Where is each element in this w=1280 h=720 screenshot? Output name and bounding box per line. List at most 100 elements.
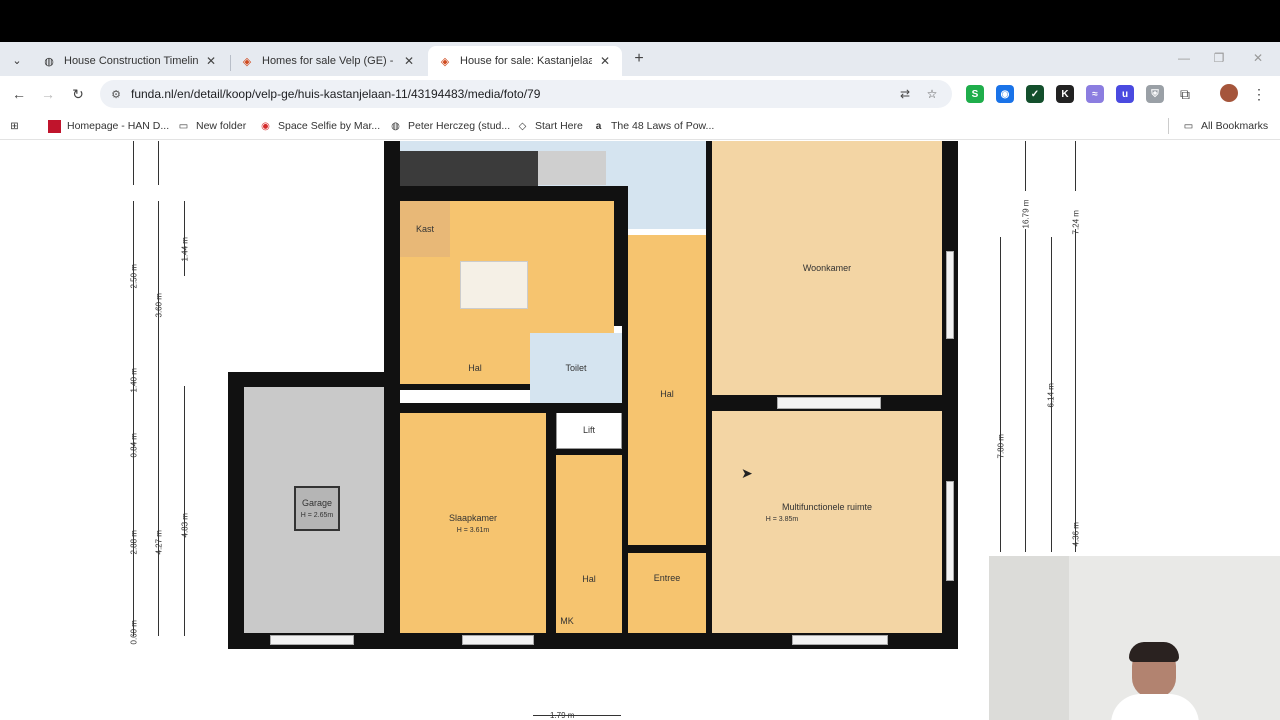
wall xyxy=(384,186,628,201)
multi-height: H = 3.85m xyxy=(765,515,799,523)
close-window-icon[interactable]: ✕ xyxy=(1246,48,1270,68)
webcam-wall-shadow xyxy=(989,556,1069,720)
bookmark-new-folder[interactable]: ▭ New folder xyxy=(177,118,246,134)
forward-icon[interactable]: → xyxy=(37,84,59,104)
new-tab-button[interactable]: + xyxy=(628,48,650,70)
all-bookmarks[interactable]: ▭ All Bookmarks xyxy=(1182,118,1268,134)
bookmark-48-laws[interactable]: a The 48 Laws of Pow... xyxy=(592,118,715,134)
back-icon[interactable]: ← xyxy=(8,84,30,104)
browser-toolbar: ← → ↻ ⚙ funda.nl/en/detail/koop/velp-ge/… xyxy=(0,76,1280,112)
dim-label: 0.84 m xyxy=(129,433,139,458)
apps-grid-icon[interactable]: ⊞ xyxy=(8,118,27,134)
dim-label: 2.88 m xyxy=(129,530,139,555)
mouse-cursor-icon: ➤ xyxy=(741,465,753,481)
window xyxy=(946,481,954,581)
room-kitchen-right xyxy=(626,141,708,229)
window xyxy=(777,397,881,409)
room-label-hal-center: Hal xyxy=(660,389,674,399)
wall xyxy=(628,545,706,553)
garage-door xyxy=(270,635,354,645)
funda-icon: ◈ xyxy=(440,55,450,68)
garage-car: Garage H = 2.65m xyxy=(294,486,340,531)
translate-icon[interactable]: ⇄ xyxy=(896,86,914,102)
bookmark-space-selfie[interactable]: ◉ Space Selfie by Mar... xyxy=(259,118,380,134)
room-label-kast: Kast xyxy=(415,224,434,234)
wall xyxy=(706,141,712,646)
room-label-hal-left: Hal xyxy=(468,363,482,373)
top-black-bar xyxy=(0,0,1280,42)
wall xyxy=(228,372,400,387)
room-label-multi: Multifunctionele ruimte xyxy=(781,501,873,512)
room-entree: Entree xyxy=(628,553,706,633)
room-label-hal-lower: Hal xyxy=(582,574,596,584)
extension-s-icon[interactable]: S xyxy=(966,85,984,103)
room-multifunctionele-ruimte: Multifunctionele ruimte H = 3.85m xyxy=(712,411,942,633)
dim-label: 7.80 m xyxy=(996,434,1006,459)
room-label-lift: Lift xyxy=(582,425,595,435)
room-slaapkamer: Slaapkamer H = 3.61m xyxy=(400,413,546,633)
close-tab-icon[interactable]: ✕ xyxy=(596,52,614,70)
tab-house-construction[interactable]: ◍ House Construction Timeline ✕ xyxy=(32,46,228,76)
tab-title: House for sale: Kastanjelaan 11 xyxy=(460,55,592,67)
globe-icon: ◍ xyxy=(391,120,400,132)
extension-ring-icon[interactable]: ◉ xyxy=(996,85,1014,103)
room-kast: Kast xyxy=(400,201,450,257)
room-label-entree: Entree xyxy=(653,573,681,583)
garage-height: H = 2.65m xyxy=(300,512,334,519)
webcam-overlay xyxy=(989,556,1280,720)
kitchen-sink xyxy=(538,151,606,185)
dim-label: 2.50 m xyxy=(129,264,139,289)
minimize-icon[interactable]: — xyxy=(1172,48,1196,68)
bookmark-start-here[interactable]: ◇ Start Here xyxy=(516,118,583,134)
bookmark-divider xyxy=(1168,118,1169,134)
wall xyxy=(384,141,400,633)
close-tab-icon[interactable]: ✕ xyxy=(400,52,418,70)
window xyxy=(792,635,888,645)
wall xyxy=(556,449,622,455)
extension-check-icon[interactable]: ✓ xyxy=(1026,85,1044,103)
dim-label: 0.60 m xyxy=(129,620,139,645)
tab-house-for-sale[interactable]: ◈ House for sale: Kastanjelaan 11 ✕ xyxy=(428,46,622,76)
extensions-puzzle-icon[interactable]: ⧉ xyxy=(1174,84,1196,104)
wall xyxy=(546,413,556,633)
room-toilet: Toilet xyxy=(530,333,622,403)
space-icon: ◉ xyxy=(261,120,270,132)
room-label-toilet: Toilet xyxy=(565,363,587,373)
room-label-mk: MK xyxy=(560,616,574,626)
dimension-line xyxy=(1075,141,1076,191)
dimension-line xyxy=(158,141,159,185)
bookmark-star-icon[interactable]: ☆ xyxy=(923,86,941,102)
room-hal-center: Hal xyxy=(628,235,706,553)
close-tab-icon[interactable]: ✕ xyxy=(202,52,220,70)
dim-label: 3.60 m xyxy=(154,293,164,318)
kitchen-counter xyxy=(400,151,538,186)
bookmark-peter-herczeg[interactable]: ◍ Peter Herczeg (stud... xyxy=(389,118,510,134)
extension-swirl-icon[interactable]: ≈ xyxy=(1086,85,1104,103)
url-text[interactable]: funda.nl/en/detail/koop/velp-ge/huis-kas… xyxy=(131,87,540,101)
dim-label: 1.44 m xyxy=(180,237,190,262)
reload-icon[interactable]: ↻ xyxy=(67,84,89,104)
funda-icon: ◈ xyxy=(242,55,252,68)
dim-label: 4.27 m xyxy=(154,530,164,555)
tab-homes-for-sale[interactable]: ◈ Homes for sale Velp (GE) - hou ✕ xyxy=(230,46,426,76)
restore-icon[interactable]: ❐ xyxy=(1207,48,1231,68)
extension-u-icon[interactable]: u xyxy=(1116,85,1134,103)
dimension-line xyxy=(533,715,621,716)
site-settings-icon[interactable]: ⚙ xyxy=(108,86,124,102)
all-bookmarks-label: All Bookmarks xyxy=(1201,120,1269,132)
dim-label: 16.79 m xyxy=(1021,199,1031,229)
tab-search-chevron-icon[interactable]: ⌄ xyxy=(6,50,28,70)
dimension-line xyxy=(1025,229,1026,552)
han-icon xyxy=(48,119,61,133)
amazon-icon: a xyxy=(595,120,602,132)
room-hal-lower: Hal xyxy=(556,455,622,633)
bookmark-han[interactable]: Homepage - HAN D... xyxy=(48,118,169,134)
extension-shield-icon[interactable]: ⛨ xyxy=(1146,85,1164,103)
more-menu-icon[interactable]: ⋮ xyxy=(1248,84,1270,104)
folder-icon: ▭ xyxy=(1183,120,1194,132)
profile-avatar[interactable] xyxy=(1220,84,1238,102)
room-label-slaapkamer: Slaapkamer xyxy=(448,512,498,523)
wall xyxy=(400,384,530,390)
address-bar[interactable]: ⚙ funda.nl/en/detail/koop/velp-ge/huis-k… xyxy=(100,80,952,108)
extension-k-icon[interactable]: K xyxy=(1056,85,1074,103)
